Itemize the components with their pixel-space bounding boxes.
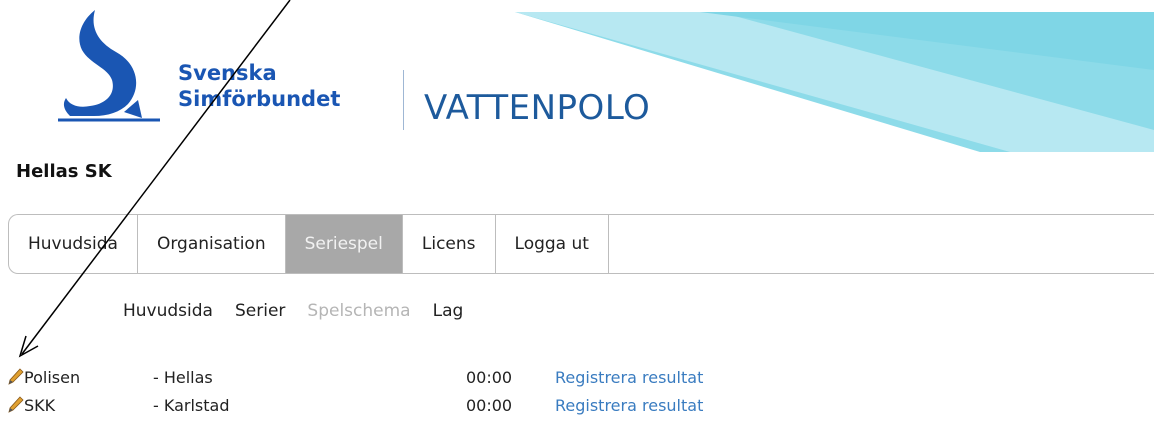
subnav-huvudsida[interactable]: Huvudsida	[123, 301, 213, 321]
main-tab-bar: Huvudsida Organisation Seriespel Licens …	[8, 214, 1154, 274]
sub-navigation: Huvudsida Serier Spelschema Lag	[123, 301, 463, 321]
match-away-team: - Karlstad	[153, 396, 230, 415]
tab-logga-ut[interactable]: Logga ut	[496, 215, 609, 273]
banner-background	[515, 12, 1154, 152]
match-row: SKK - Karlstad 00:00 Registrera resultat	[8, 394, 808, 422]
match-time: 00:00	[466, 396, 513, 415]
tab-huvudsida[interactable]: Huvudsida	[9, 215, 138, 273]
match-away-team: - Hellas	[153, 368, 213, 387]
match-home-team: Polisen	[24, 368, 81, 387]
brand-line-2: Simförbundet	[178, 87, 341, 111]
app-title: VATTENPOLO	[424, 88, 651, 128]
header-banner: Svenska Simförbundet VATTENPOLO	[0, 0, 1154, 152]
match-home-team: SKK	[24, 396, 56, 415]
tab-organisation[interactable]: Organisation	[138, 215, 286, 273]
brand-name: Svenska Simförbundet	[178, 60, 340, 112]
match-list: Polisen - Hellas 00:00 Registrera result…	[8, 366, 808, 422]
brand-divider	[403, 70, 404, 130]
brand-line-1: Svenska	[178, 61, 277, 85]
subnav-lag[interactable]: Lag	[433, 301, 464, 321]
subnav-spelschema[interactable]: Spelschema	[307, 301, 410, 321]
pencil-icon[interactable]	[8, 368, 24, 386]
tab-seriespel[interactable]: Seriespel	[285, 215, 403, 273]
match-row: Polisen - Hellas 00:00 Registrera result…	[8, 366, 808, 394]
register-result-link[interactable]: Registrera resultat	[555, 368, 703, 387]
subnav-serier[interactable]: Serier	[235, 301, 285, 321]
club-name: Hellas SK	[16, 161, 112, 182]
match-time: 00:00	[466, 368, 513, 387]
pencil-icon[interactable]	[8, 396, 24, 414]
swan-logo-icon	[58, 10, 160, 122]
tab-licens[interactable]: Licens	[403, 215, 496, 273]
register-result-link[interactable]: Registrera resultat	[555, 396, 703, 415]
